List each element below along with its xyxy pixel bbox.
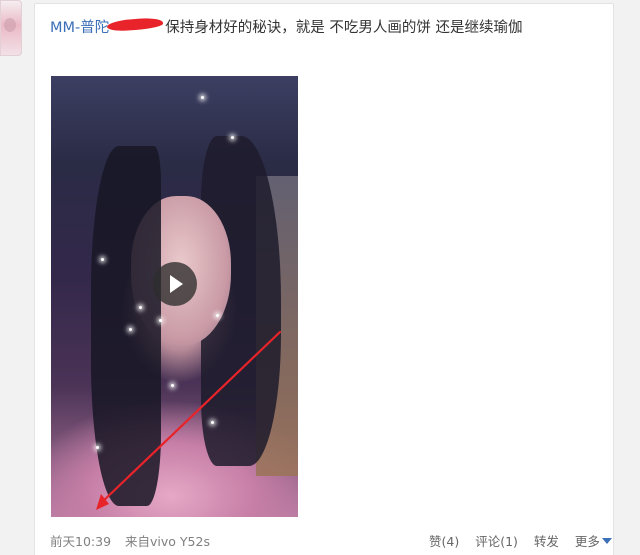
repost-button[interactable]: 转发 xyxy=(534,534,559,549)
more-label: 更多 xyxy=(574,534,600,549)
author-link[interactable]: MM-普陀 xyxy=(50,20,109,36)
post-meta: 前天10:39 来自vivo Y52s xyxy=(50,531,220,550)
sparkle xyxy=(171,384,174,387)
post-actions: 赞(4) 评论(1) 转发 更多 xyxy=(429,531,624,550)
sparkle xyxy=(231,136,234,139)
post-source-device[interactable]: 来自vivo Y52s xyxy=(125,534,210,549)
sparkle xyxy=(216,314,219,317)
more-button[interactable]: 更多 xyxy=(575,534,612,549)
sparkle xyxy=(96,446,99,449)
sparkle xyxy=(139,306,142,309)
weibo-post-page: MM-普陀 保持身材好的秘诀，就是 不吃男人画的饼 还是继续瑜伽 前天10:39 xyxy=(0,0,640,555)
sparkle xyxy=(101,258,104,261)
like-button[interactable]: 赞(4) xyxy=(429,534,459,549)
post-card: MM-普陀 保持身材好的秘诀，就是 不吃男人画的饼 还是继续瑜伽 前天10:39 xyxy=(34,3,614,555)
play-icon[interactable] xyxy=(153,262,197,306)
photo-hair-left xyxy=(91,146,161,506)
post-time[interactable]: 前天10:39 xyxy=(50,534,111,549)
sparkle xyxy=(129,328,132,331)
comment-button[interactable]: 评论(1) xyxy=(475,534,518,549)
sparkle xyxy=(159,319,162,322)
post-text-line: MM-普陀 保持身材好的秘诀，就是 不吃男人画的饼 还是继续瑜伽 xyxy=(50,17,610,39)
video-thumbnail[interactable] xyxy=(51,76,298,517)
post-content: 保持身材好的秘诀，就是 不吃男人画的饼 还是继续瑜伽 xyxy=(165,20,523,36)
sparkle xyxy=(201,96,204,99)
chevron-down-icon xyxy=(601,538,612,544)
redaction-mark xyxy=(106,17,164,32)
avatar[interactable] xyxy=(0,0,22,56)
sparkle xyxy=(211,421,214,424)
